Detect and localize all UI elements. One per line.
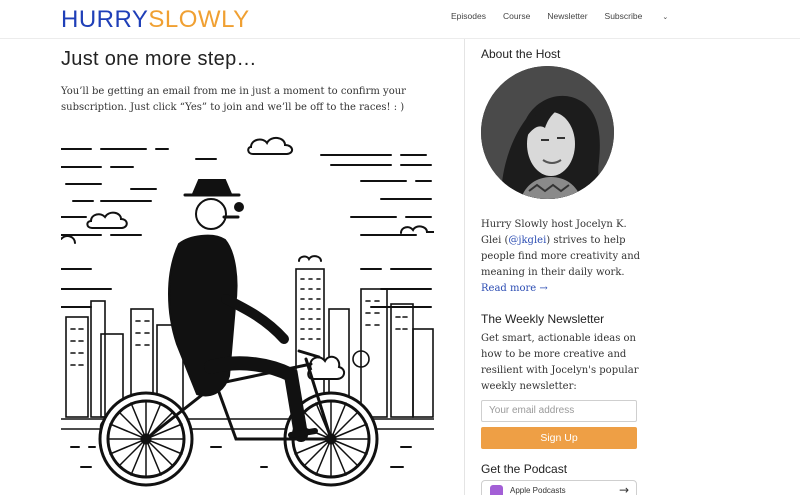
rider xyxy=(168,179,318,442)
email-input[interactable]: Your email address xyxy=(481,400,637,422)
podcast-heading: Get the Podcast xyxy=(481,462,568,476)
nav-subscribe[interactable]: Subscribe ⌄ xyxy=(605,11,686,21)
logo-part-slowly: SLOWLY xyxy=(148,6,250,33)
about-heading: About the Host xyxy=(481,47,561,61)
clouds xyxy=(61,137,434,262)
read-more-link[interactable]: Read more → xyxy=(481,283,548,294)
main-nav: Episodes Course Newsletter Subscribe ⌄ xyxy=(451,11,702,21)
column-divider xyxy=(464,39,465,495)
apple-podcasts-label: Apple Podcasts xyxy=(510,486,566,495)
logo-part-hurry: HURRY xyxy=(61,6,149,33)
page-title: Just one more step… xyxy=(61,48,257,70)
site-header: HURRYSLOWLY Episodes Course Newsletter S… xyxy=(0,0,800,39)
man-on-bicycle-illustration xyxy=(61,137,434,487)
site-logo[interactable]: HURRYSLOWLY xyxy=(61,6,250,34)
chevron-down-icon: ⌄ xyxy=(662,14,669,21)
nav-episodes[interactable]: Episodes xyxy=(451,11,486,21)
host-photo xyxy=(481,66,614,199)
confirmation-text: You’ll be getting an email from me in ju… xyxy=(61,86,406,113)
newsletter-description: Get smart, actionable ideas on how to be… xyxy=(481,333,639,392)
nav-course[interactable]: Course xyxy=(503,11,530,21)
host-bio: Hurry Slowly host Jocelyn K. Glei (@jkgl… xyxy=(481,217,641,297)
apple-podcasts-button[interactable]: Apple Podcasts → xyxy=(481,480,637,495)
arrow-right-icon: → xyxy=(618,483,629,495)
nav-subscribe-label: Subscribe xyxy=(604,11,643,21)
signup-button[interactable]: Sign Up xyxy=(481,427,637,449)
host-avatar xyxy=(481,66,614,199)
newsletter-heading: The Weekly Newsletter xyxy=(481,312,605,326)
twitter-handle-link[interactable]: @jkglei xyxy=(508,235,546,246)
nav-newsletter[interactable]: Newsletter xyxy=(547,11,587,21)
apple-podcasts-icon xyxy=(490,485,503,495)
